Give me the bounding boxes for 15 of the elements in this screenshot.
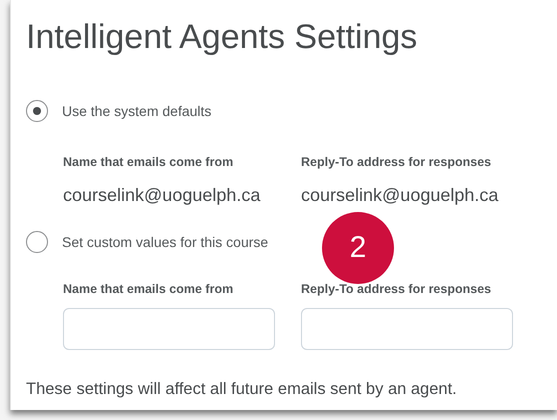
step-badge: 2 xyxy=(322,212,394,284)
option-label: Use the system defaults xyxy=(62,103,212,119)
page-title: Intelligent Agents Settings xyxy=(26,17,418,58)
field-label: Name that emails come from xyxy=(63,282,234,296)
radio-button[interactable] xyxy=(26,231,48,253)
input-field[interactable] xyxy=(301,308,513,350)
field-value: courselink@uoguelph.ca xyxy=(301,185,500,206)
field-label: Name that emails come from xyxy=(63,155,234,169)
field-value: courselink@uoguelph.ca xyxy=(63,185,262,206)
input-field[interactable] xyxy=(63,308,275,350)
field-label: Reply-To address for responses xyxy=(301,155,492,169)
field-label: Reply-To address for responses xyxy=(301,282,492,296)
info-text: These settings will affect all future emails sent by an agent. xyxy=(26,380,458,399)
option-label: Set custom values for this course xyxy=(62,234,268,250)
radio-button[interactable] xyxy=(26,100,48,122)
